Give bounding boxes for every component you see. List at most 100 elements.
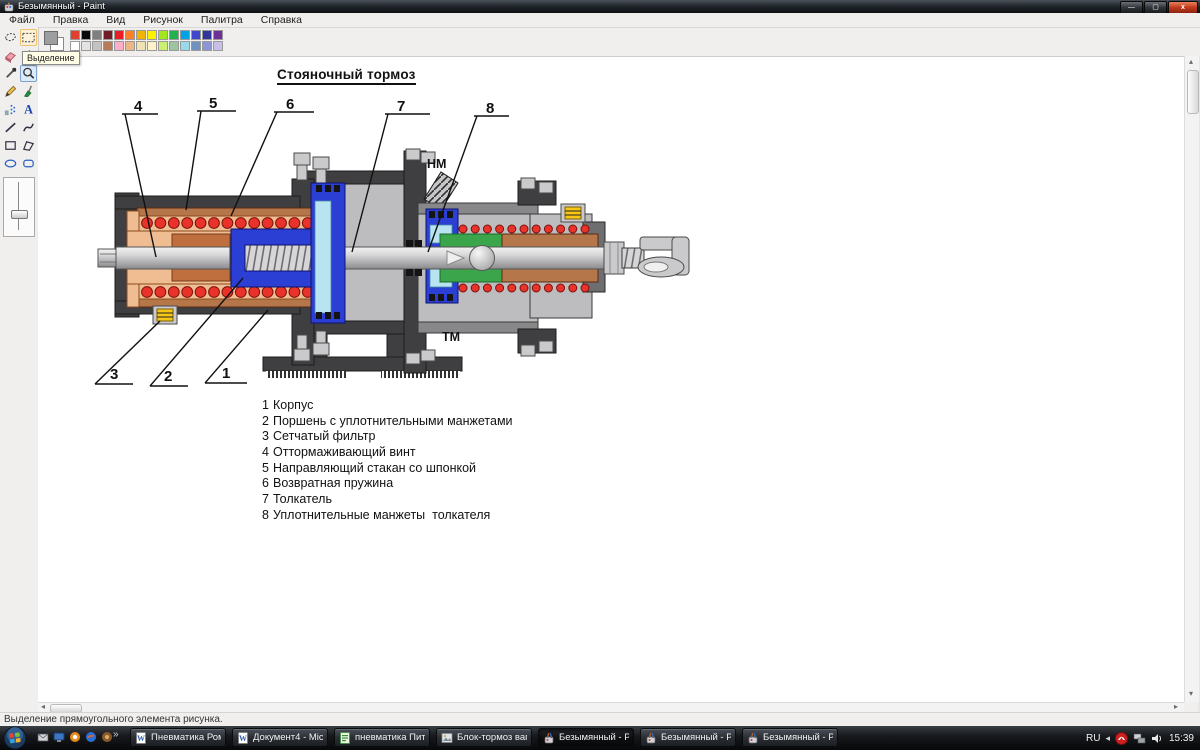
palette-swatch[interactable]: [213, 41, 223, 51]
palette-swatch[interactable]: [114, 41, 124, 51]
palette-swatch[interactable]: [191, 30, 201, 40]
color-picker-tool[interactable]: [2, 65, 19, 82]
current-colors-indicator[interactable]: [43, 30, 65, 52]
palette-swatch[interactable]: [81, 41, 91, 51]
palette-swatch[interactable]: [180, 41, 190, 51]
quicklaunch-mediaplayer-icon[interactable]: [68, 730, 81, 743]
legend-item: Корпус: [273, 398, 313, 412]
freeform-select-tool[interactable]: [2, 29, 19, 46]
slider-handle[interactable]: [11, 210, 28, 219]
svg-text:2: 2: [164, 368, 172, 385]
quicklaunch-mail-icon[interactable]: [36, 730, 49, 743]
network-tray-icon[interactable]: [1133, 732, 1146, 745]
svg-text:4: 4: [134, 98, 143, 115]
quicklaunch-app-icon[interactable]: [100, 730, 113, 743]
palette-swatch[interactable]: [180, 30, 190, 40]
eraser-tool[interactable]: [2, 47, 19, 64]
quick-launch: [36, 730, 113, 743]
paint-icon: [645, 732, 657, 744]
scroll-right-icon[interactable]: ▸: [1174, 703, 1178, 711]
taskbar-button-paint-3[interactable]: Безымянный - Paint: [742, 728, 838, 747]
taskbar-button-word-2[interactable]: W Документ4 - Micros...: [232, 728, 328, 747]
vertical-scrollbar[interactable]: ▴ ▾: [1184, 56, 1199, 702]
palette-swatch[interactable]: [158, 41, 168, 51]
taskbar-button-presentation[interactable]: пневматика Питер: [334, 728, 430, 747]
palette-swatch[interactable]: [213, 30, 223, 40]
taskbar-button-word-1[interactable]: W Пневматика Роман...: [130, 728, 226, 747]
menu-help[interactable]: Справка: [252, 13, 311, 27]
palette-swatch[interactable]: [92, 30, 102, 40]
palette-swatch[interactable]: [114, 30, 124, 40]
palette-swatch[interactable]: [81, 30, 91, 40]
menu-palette[interactable]: Палитра: [192, 13, 252, 27]
menu-edit[interactable]: Правка: [44, 13, 97, 27]
palette-swatch[interactable]: [125, 30, 135, 40]
palette-swatch[interactable]: [136, 41, 146, 51]
ellipse-tool[interactable]: [2, 155, 19, 172]
statusbar: Выделение прямоугольного элемента рисунк…: [0, 712, 1200, 726]
quicklaunch-overflow-chevron[interactable]: »: [113, 729, 119, 740]
scroll-down-icon[interactable]: ▾: [1189, 690, 1193, 698]
quicklaunch-browser-icon[interactable]: [84, 730, 97, 743]
palette-swatch[interactable]: [147, 41, 157, 51]
text-tool[interactable]: A: [20, 101, 37, 118]
palette-swatch[interactable]: [70, 30, 80, 40]
palette-swatch[interactable]: [169, 41, 179, 51]
curve-icon: [21, 120, 36, 135]
palette-swatch[interactable]: [158, 30, 168, 40]
start-button[interactable]: [3, 726, 27, 750]
line-tool[interactable]: [2, 119, 19, 136]
curve-tool[interactable]: [20, 119, 37, 136]
rectangle-tool[interactable]: [2, 137, 19, 154]
taskbar-button-paint-active[interactable]: Безымянный - Paint: [538, 728, 634, 747]
clock[interactable]: 15:39: [1169, 733, 1194, 744]
window-title: Безымянный - Paint: [18, 0, 105, 13]
palette-swatch[interactable]: [202, 30, 212, 40]
rect-select-tool[interactable]: [20, 29, 37, 46]
palette-swatch[interactable]: [125, 41, 135, 51]
language-indicator[interactable]: RU: [1086, 733, 1100, 744]
system-tray: RU ◂ 15:39: [1086, 726, 1198, 750]
legend-item: Возвратная пружина: [273, 476, 393, 490]
paint-window: Безымянный - Paint — ▢ x Файл Правка Вид…: [0, 0, 1200, 750]
antivirus-tray-icon[interactable]: [1115, 732, 1128, 745]
brush-tool[interactable]: [20, 83, 37, 100]
svg-text:7: 7: [397, 98, 405, 115]
palette-swatch[interactable]: [92, 41, 102, 51]
text-tool-icon: A: [21, 102, 36, 117]
palette-swatch[interactable]: [191, 41, 201, 51]
menu-file[interactable]: Файл: [0, 13, 44, 27]
polygon-tool[interactable]: [20, 137, 37, 154]
tool-options-slider[interactable]: [3, 177, 35, 237]
scroll-up-icon[interactable]: ▴: [1189, 58, 1193, 66]
taskbar: » W Пневматика Роман... W Документ4 - Mi…: [0, 726, 1200, 750]
airbrush-tool[interactable]: [2, 101, 19, 118]
taskbar-button-image[interactable]: Блок-тормоз вагон...: [436, 728, 532, 747]
parts-legend: 1Корпус 2Поршень с уплотнительными манже…: [260, 398, 513, 524]
scroll-left-icon[interactable]: ◂: [41, 703, 45, 711]
svg-text:5: 5: [209, 95, 217, 112]
menu-image[interactable]: Рисунок: [134, 13, 192, 27]
palette-swatch[interactable]: [70, 41, 80, 51]
menu-view[interactable]: Вид: [97, 13, 134, 27]
palette-swatch[interactable]: [147, 30, 157, 40]
palette-swatch[interactable]: [103, 30, 113, 40]
taskbar-button-paint-2[interactable]: Безымянный - Paint: [640, 728, 736, 747]
palette-swatch[interactable]: [136, 30, 146, 40]
palette-swatch[interactable]: [169, 30, 179, 40]
color-palette: [69, 30, 223, 52]
magnifier-tool[interactable]: [20, 65, 37, 82]
rounded-rectangle-tool[interactable]: [20, 155, 37, 172]
drawing-canvas[interactable]: Стояночный тормоз: [38, 56, 1184, 703]
line-icon: [3, 120, 18, 135]
palette-swatch[interactable]: [202, 41, 212, 51]
tray-collapse-icon[interactable]: ◂: [1105, 733, 1110, 744]
vertical-scroll-thumb[interactable]: [1187, 70, 1199, 114]
quicklaunch-desktop-icon[interactable]: [52, 730, 65, 743]
volume-tray-icon[interactable]: [1151, 732, 1164, 745]
palette-swatch[interactable]: [103, 41, 113, 51]
legend-item: Сетчатый фильтр: [273, 429, 375, 443]
brush-icon: [21, 84, 36, 99]
pencil-tool[interactable]: [2, 83, 19, 100]
mesh-filter: [153, 306, 177, 324]
